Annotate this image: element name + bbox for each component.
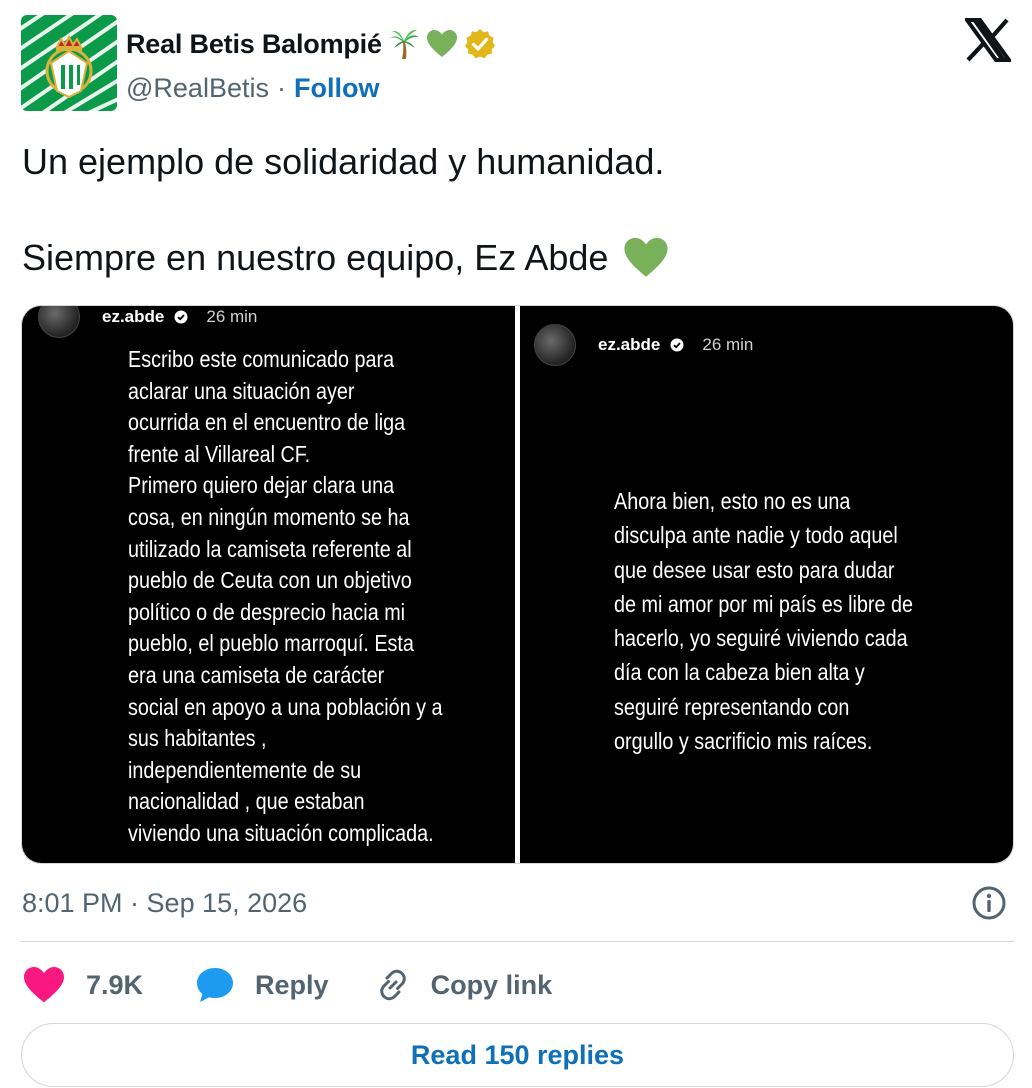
story-header: ez.abde 26 min (534, 324, 753, 366)
copy-link-label: Copy link (430, 969, 553, 1000)
palm-tree-emoji-icon (389, 29, 419, 59)
read-replies-label: Read 150 replies (410, 1039, 625, 1070)
author-name-row[interactable]: Real Betis Balompié (126, 24, 496, 64)
story-time: 26 min (206, 307, 258, 326)
tweet-media[interactable]: ez.abde 26 min Escribo este comunicado p… (21, 305, 1014, 864)
reply-button[interactable]: Reply (195, 966, 329, 1004)
story-avatar (38, 306, 80, 338)
copy-link-button[interactable]: Copy link (375, 967, 553, 1003)
tweet-actions: 7.9K Reply Copy link (22, 962, 552, 1008)
green-heart-emoji-icon (624, 237, 668, 277)
author-handle[interactable]: @RealBetis (126, 73, 269, 104)
like-count: 7.9K (86, 969, 144, 1000)
heart-icon (24, 967, 64, 1003)
tweet-text: Un ejemplo de solidaridad y humanidad. S… (22, 138, 1002, 282)
real-betis-crest-logo (21, 15, 117, 111)
tweet-line-with-emoji: Siempre en nuestro equipo, Ez Abde (22, 234, 1002, 282)
author-avatar[interactable] (21, 15, 117, 111)
follow-button[interactable]: Follow (294, 73, 379, 104)
story-text: Ahora bien, esto no es una disculpa ante… (614, 488, 914, 755)
verified-badge-icon (464, 29, 495, 59)
green-heart-emoji-icon (426, 30, 457, 57)
link-icon (379, 969, 406, 1001)
story-image-2[interactable]: ez.abde 26 min Ahora bien, esto no es un… (520, 306, 1013, 863)
reply-label: Reply (255, 969, 329, 1000)
reply-bubble-icon (197, 968, 234, 1002)
author-handle-row: @RealBetis · Follow (126, 70, 379, 106)
divider (21, 941, 1014, 942)
story-username: ez.abde (102, 307, 165, 326)
read-replies-button[interactable]: Read 150 replies (21, 1023, 1014, 1087)
story-time: 26 min (702, 335, 754, 354)
tweet-line: Siempre en nuestro equipo, Ez Abde (22, 237, 609, 278)
story-header: ez.abde 26 min (38, 306, 257, 338)
story-image-1[interactable]: ez.abde 26 min Escribo este comunicado p… (22, 306, 515, 863)
info-icon[interactable] (970, 884, 1008, 922)
story-text: Escribo este comunicado para aclarar una… (128, 346, 443, 846)
x-logo-icon[interactable] (965, 18, 1011, 62)
like-button[interactable]: 7.9K (22, 965, 143, 1005)
tweet-line: Un ejemplo de solidaridad y humanidad. (22, 141, 665, 182)
story-username: ez.abde (598, 335, 661, 354)
tweet-timestamp[interactable]: 8:01 PM · Sep 15, 2026 (22, 884, 307, 922)
separator-dot: · (276, 72, 286, 103)
verified-icon (174, 310, 188, 324)
author-display-name[interactable]: Real Betis Balompié (126, 29, 382, 60)
verified-icon (670, 338, 684, 352)
story-avatar (534, 324, 576, 366)
